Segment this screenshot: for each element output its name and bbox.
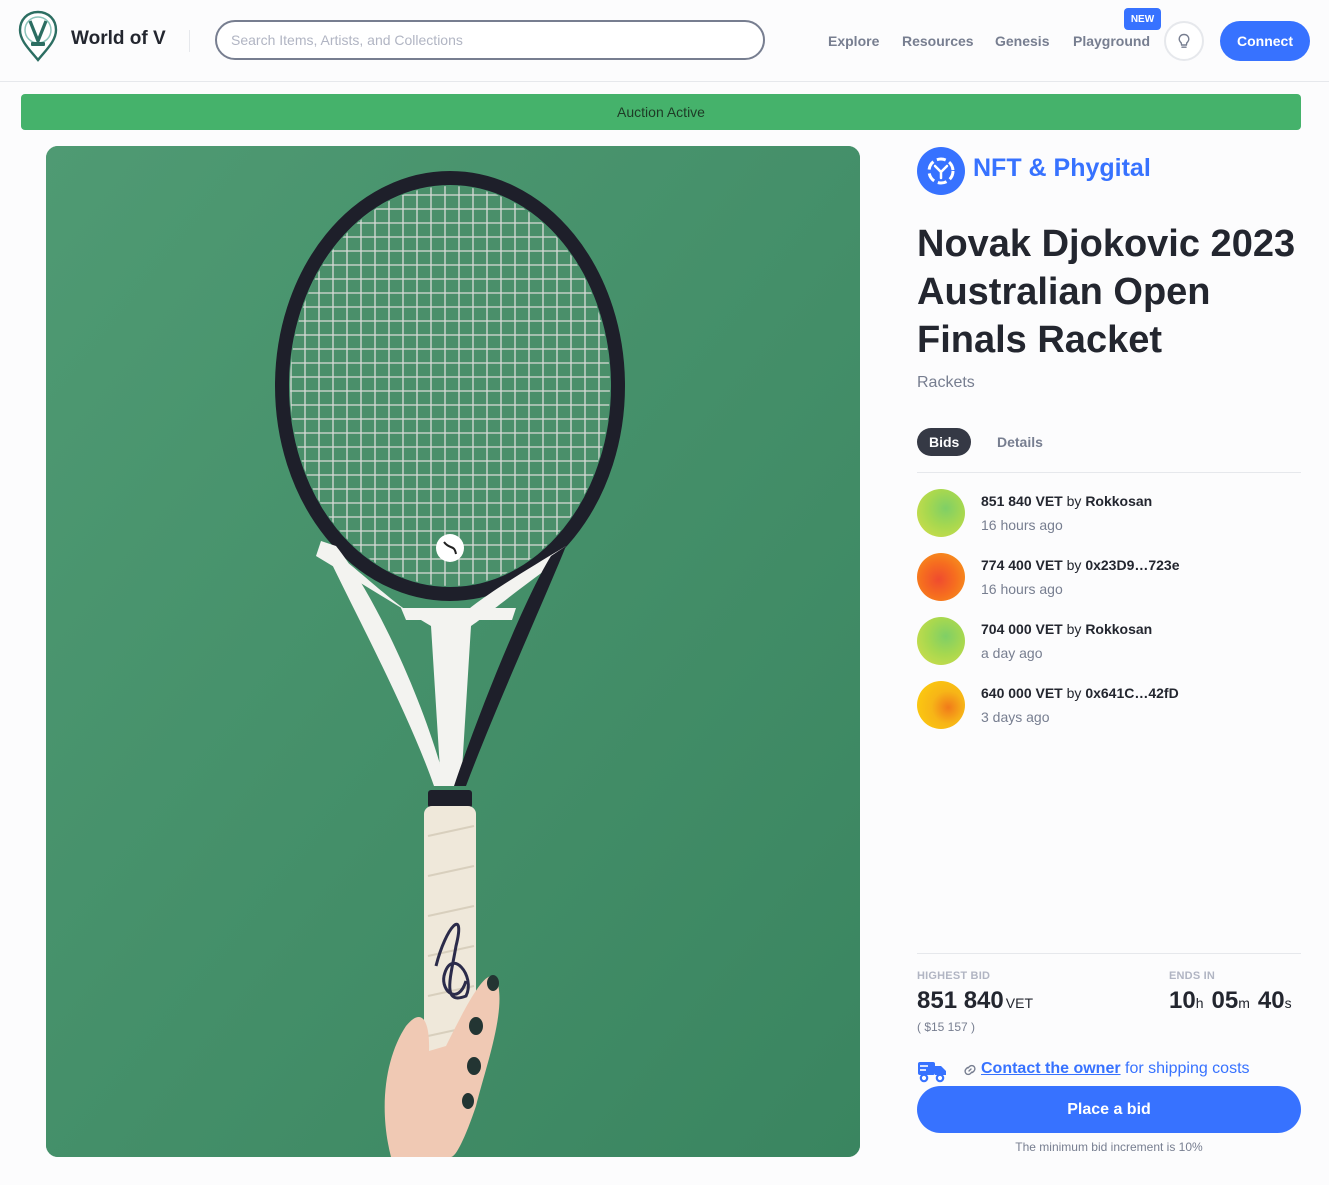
category-label[interactable]: NFT & Phygital [973,154,1151,183]
bid-by-label: by [1066,685,1082,701]
tabs-divider [917,472,1301,473]
countdown-minutes: 05 [1211,987,1239,1014]
bid-by-label: by [1066,621,1082,637]
shipping-info: Contact the owner for shipping costs [981,1060,1250,1078]
bid-list-item: 774 400 VET by 0x23D9…723e 16 hours ago [917,553,1301,609]
nav-genesis[interactable]: Genesis [995,33,1049,49]
bid-amount: 640 000 VET [981,685,1063,701]
bidder-name[interactable]: Rokkosan [1085,621,1152,637]
nav-explore[interactable]: Explore [828,33,879,49]
countdown-minutes-unit: m [1238,995,1250,1011]
collection-name[interactable]: Rackets [917,374,975,392]
auction-status-banner: Auction Active [21,94,1301,130]
item-image[interactable] [46,146,860,1157]
bid-time: 16 hours ago [981,581,1063,597]
auction-countdown: 10h 05m 40s [1169,987,1292,1015]
countdown-hours: 10 [1169,987,1196,1014]
tab-details[interactable]: Details [985,428,1055,456]
bid-list-item: 704 000 VET by Rokkosan a day ago [917,617,1301,673]
brand-name[interactable]: World of V [71,28,166,50]
bid-time: 3 days ago [981,709,1050,725]
bid-amount: 851 840 VET [981,493,1063,509]
tab-bids[interactable]: Bids [917,428,972,456]
bid-amount: 774 400 VET [981,557,1063,573]
racket-illustration [46,146,860,1157]
highest-bid-amount: 851 840 [917,987,1004,1014]
bidder-name[interactable]: 0x23D9…723e [1085,557,1179,573]
min-bid-note: The minimum bid increment is 10% [1015,1140,1203,1154]
bidder-name[interactable]: Rokkosan [1085,493,1152,509]
highest-bid-usd: ( $15 157 ) [917,1020,976,1034]
category-icon [917,147,965,195]
bid-list-item: 640 000 VET by 0x641C…42fD 3 days ago [917,681,1301,737]
countdown-seconds: 40 [1257,987,1285,1014]
bidder-avatar[interactable] [917,617,965,665]
countdown-hours-unit: h [1195,995,1204,1011]
countdown-seconds-unit: s [1284,995,1292,1011]
theme-toggle-button[interactable] [1164,21,1204,61]
bidder-name[interactable]: 0x641C…42fD [1085,685,1178,701]
shipping-info-text: for shipping costs [1125,1060,1250,1077]
summary-divider [917,953,1301,954]
world-of-v-logo-icon[interactable] [18,10,58,62]
highest-bid-label: HIGHEST BID [917,970,991,982]
nav-playground[interactable]: Playground [1073,33,1150,49]
delivery-truck-icon [918,1062,946,1083]
lightbulb-icon [1178,33,1190,48]
bid-list-item: 851 840 VET by Rokkosan 16 hours ago [917,489,1301,545]
top-header: World of V Explore Resources Genesis Pla… [0,0,1329,82]
highest-bid-value: 851 840 VET [917,987,1033,1015]
ends-in-label: ENDS IN [1169,970,1216,982]
nav-resources[interactable]: Resources [902,33,974,49]
bid-time: 16 hours ago [981,517,1063,533]
new-badge: NEW [1124,8,1161,30]
bid-time: a day ago [981,645,1043,661]
connect-button[interactable]: Connect [1220,21,1310,61]
search-input[interactable] [215,20,765,60]
bidder-avatar[interactable] [917,681,965,729]
bidder-avatar[interactable] [917,553,965,601]
bid-by-label: by [1066,557,1082,573]
place-bid-button[interactable]: Place a bid [917,1086,1301,1133]
bidder-avatar[interactable] [917,489,965,537]
highest-bid-unit: VET [1005,995,1033,1011]
link-icon [964,1064,976,1076]
contact-owner-link[interactable]: Contact the owner [981,1060,1121,1077]
bid-by-label: by [1066,493,1082,509]
brand-divider [189,30,190,52]
bid-amount: 704 000 VET [981,621,1063,637]
item-title: Novak Djokovic 2023 Australian Open Fina… [917,223,1296,361]
phygital-icon [927,157,955,185]
